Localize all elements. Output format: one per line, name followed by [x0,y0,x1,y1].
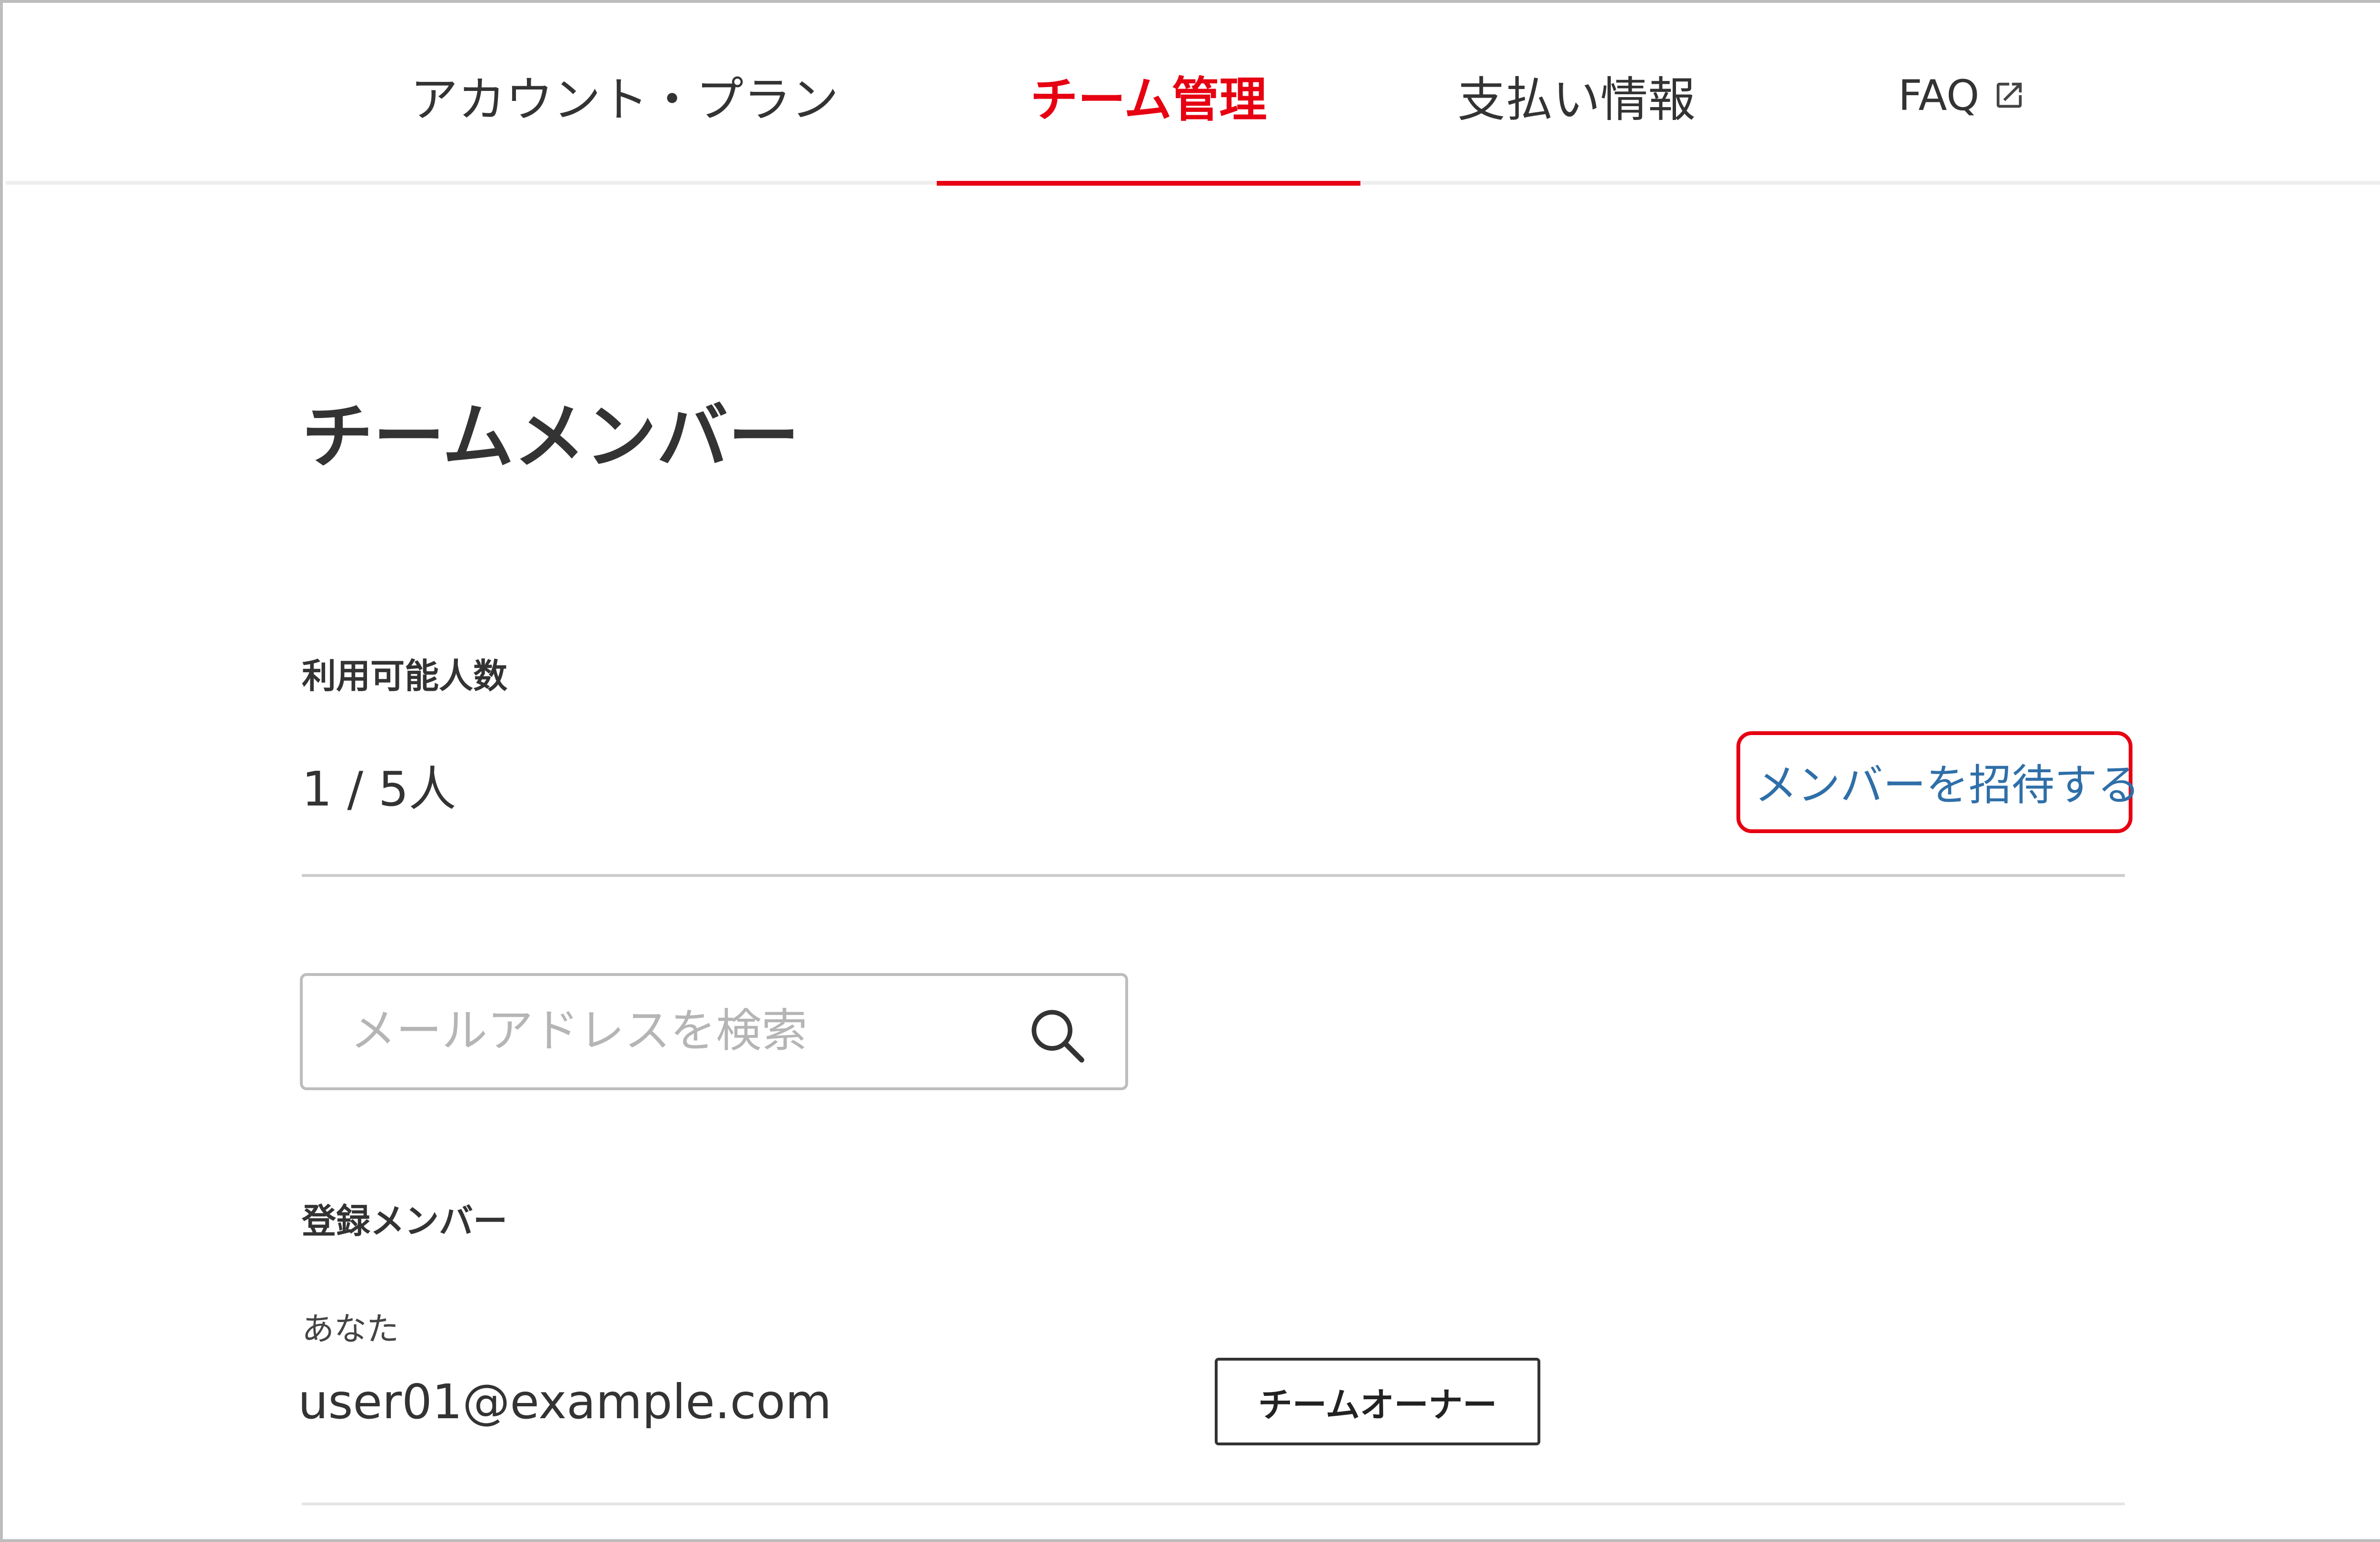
registered-members-heading: 登録メンバー [302,1201,508,1241]
tab-team-management[interactable]: チーム管理 [937,6,1360,185]
tab-billing-info-label: 支払い情報 [1458,71,1696,128]
member-email: user01@example.com [298,1374,832,1430]
tab-team-management-label: チーム管理 [1030,71,1267,128]
search-field [300,973,1128,1090]
capacity-value: 1 / 5人 [302,761,456,817]
tab-billing-info[interactable]: 支払い情報 [1429,6,1724,185]
tab-account-plan-label: アカウント・プラン [410,71,839,128]
capacity-label: 利用可能人数 [302,656,508,696]
search-icon[interactable] [1026,1005,1088,1066]
external-link-icon [1996,82,2022,108]
tab-faq[interactable]: FAQ [1862,6,2062,185]
divider [302,874,2125,877]
divider [302,1502,2125,1505]
settings-window: アカウント・プラン チーム管理 支払い情報 FAQ チームメンバー 利用可能人数… [0,0,2380,1542]
tab-faq-label: FAQ [1898,70,1980,120]
invite-member-link[interactable]: メンバーを招待する [1755,750,2140,812]
search-input[interactable] [350,995,969,1066]
tab-account-plan[interactable]: アカウント・プラン [377,6,872,185]
active-tab-indicator [937,181,1360,186]
role-badge-team-owner: チームオーナー [1215,1358,1540,1445]
tab-nav: アカウント・プラン チーム管理 支払い情報 FAQ [6,6,2380,186]
member-self-tag: あなた [302,1311,399,1348]
page-title: チームメンバー [302,396,800,478]
